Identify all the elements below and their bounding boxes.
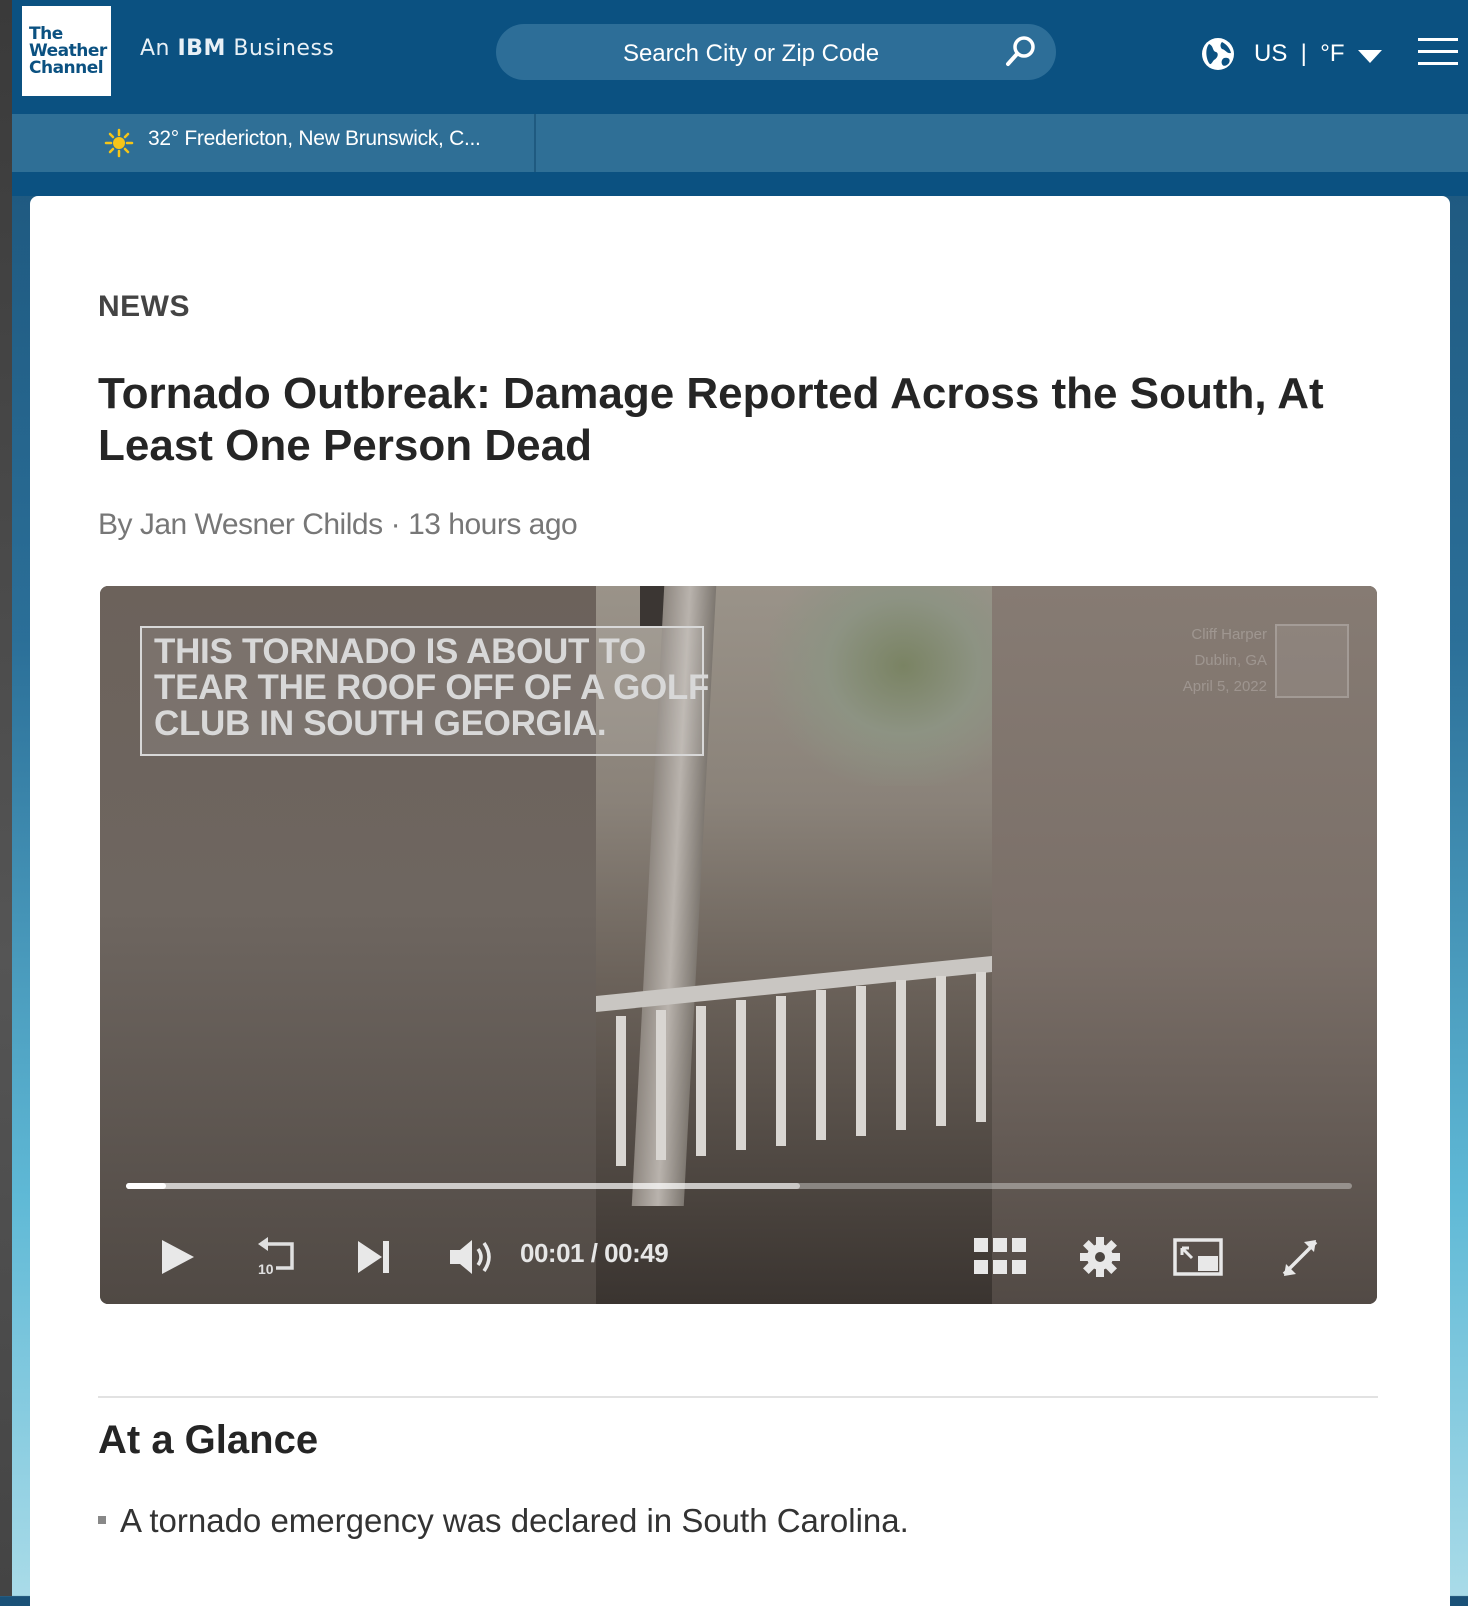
duration: 00:49 [604, 1238, 669, 1268]
video-watermark-logo [1275, 624, 1349, 698]
credit-line: Cliff Harper [1191, 626, 1267, 643]
video-player[interactable]: THIS TORNADO IS ABOUT TO TEAR THE ROOF O… [100, 586, 1377, 1304]
article-byline: By Jan Wesner Childs · 13 hours ago [98, 508, 578, 542]
at-a-glance-list: A tornado emergency was declared in Sout… [98, 1502, 909, 1540]
section-divider [98, 1396, 1378, 1398]
caption-line: CLUB IN SOUTH GEORGIA. [154, 704, 607, 743]
list-item-text: A tornado emergency was declared in Sout… [120, 1502, 909, 1539]
svg-text:10: 10 [258, 1261, 274, 1277]
grid-icon[interactable] [972, 1234, 1028, 1280]
menu-icon[interactable] [1418, 38, 1458, 68]
article-headline: Tornado Outbreak: Damage Reported Across… [98, 369, 1324, 470]
caption-line: THIS TORNADO IS ABOUT TO [154, 632, 646, 671]
credit-line: April 5, 2022 [1182, 678, 1267, 695]
window-edge [0, 0, 12, 1596]
video-credit: Cliff Harper Dublin, GA April 5, 2022 [1127, 622, 1267, 700]
ibm-tagline: An IBM Business [140, 36, 334, 61]
video-time: 00:01 / 00:49 [520, 1238, 669, 1269]
list-item: A tornado emergency was declared in Sout… [98, 1502, 909, 1540]
article-category[interactable]: NEWS [98, 290, 190, 324]
fullscreen-icon[interactable] [1278, 1234, 1322, 1280]
video-caption: THIS TORNADO IS ABOUT TO TEAR THE ROOF O… [154, 634, 774, 742]
logo-line: Channel [29, 58, 104, 78]
video-porch-railing [596, 956, 992, 1166]
video-progress-bar[interactable] [126, 1183, 1352, 1189]
byline-author[interactable]: By Jan Wesner Childs [98, 508, 383, 541]
tagline-suffix: Business [225, 36, 335, 61]
site-header: The Weather Channel An IBM Business Sear… [12, 0, 1468, 114]
sun-icon [104, 128, 134, 158]
play-icon[interactable] [158, 1234, 198, 1280]
progress-buffered [126, 1183, 801, 1189]
weather-channel-logo[interactable]: The Weather Channel [22, 6, 111, 96]
volume-icon[interactable] [448, 1234, 498, 1280]
tagline-prefix: An [140, 36, 178, 61]
bullet-icon [98, 1516, 106, 1525]
video-tree [770, 586, 992, 786]
replay-10-icon[interactable]: 10 [252, 1234, 298, 1280]
search-placeholder: Search City or Zip Code [622, 40, 880, 67]
locale-unit-selector[interactable]: US | °F [1254, 40, 1345, 68]
article-card: NEWS Tornado Outbreak: Damage Reported A… [30, 196, 1450, 1606]
caption-line: TEAR THE ROOF OFF OF A GOLF [154, 668, 710, 707]
search-icon[interactable] [1004, 34, 1038, 68]
settings-gear-icon[interactable] [1078, 1234, 1122, 1280]
header-bottom-band [12, 172, 1468, 196]
divider [534, 114, 536, 172]
search-input[interactable]: Search City or Zip Code [496, 24, 1056, 80]
chevron-down-icon[interactable] [1358, 50, 1382, 63]
byline-time: 13 hours ago [408, 508, 578, 541]
skip-next-icon[interactable] [356, 1234, 392, 1280]
byline-separator: · [390, 508, 401, 541]
at-a-glance-title: At a Glance [98, 1418, 319, 1462]
time-separator: / [584, 1238, 605, 1268]
progress-played [126, 1183, 167, 1189]
globe-icon[interactable] [1200, 36, 1236, 72]
current-location-weather[interactable]: 32° Fredericton, New Brunswick, C... [148, 127, 481, 151]
current-time: 00:01 [520, 1238, 585, 1268]
tagline-brand: IBM [177, 36, 226, 61]
credit-line: Dublin, GA [1194, 652, 1267, 669]
picture-in-picture-icon[interactable] [1172, 1234, 1224, 1280]
